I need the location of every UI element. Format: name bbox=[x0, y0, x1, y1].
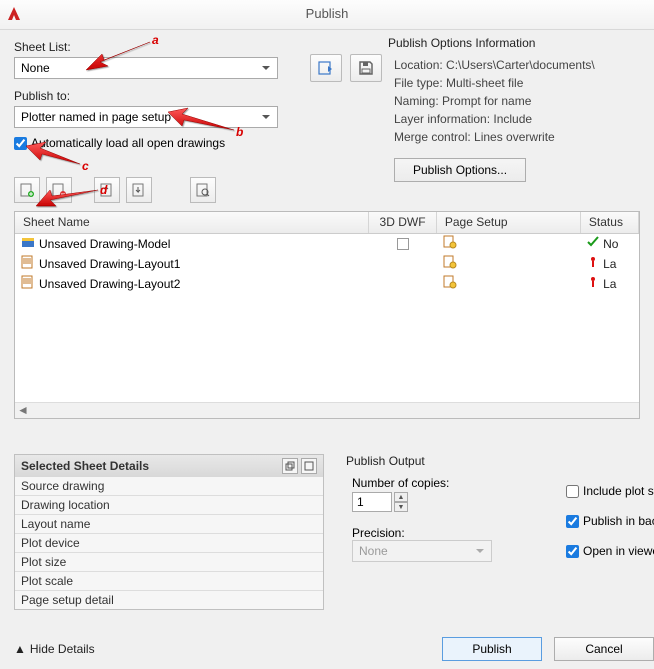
sheet-name: Unsaved Drawing-Layout2 bbox=[39, 277, 180, 291]
sheet-grid: Sheet Name 3D DWF Page Setup Status Unsa… bbox=[14, 211, 640, 419]
status-text: No bbox=[603, 237, 618, 251]
publish-options-button[interactable]: Publish Options... bbox=[394, 158, 526, 182]
selected-sheet-details: Selected Sheet Details Source drawingDra… bbox=[14, 454, 324, 610]
sheet-name: Unsaved Drawing-Model bbox=[39, 237, 170, 251]
details-max-icon[interactable] bbox=[301, 458, 317, 474]
publish-to-combo[interactable]: Plotter named in page setup bbox=[14, 106, 278, 128]
bottom-bar: ▲ Hide Details Publish Cancel bbox=[14, 637, 654, 661]
status-icon bbox=[587, 256, 599, 271]
table-row[interactable]: Unsaved Drawing-Model No bbox=[15, 234, 639, 254]
info-location: Location: C:\Users\Carter\documents\ bbox=[394, 58, 648, 72]
triangle-up-icon: ▲ bbox=[14, 642, 26, 656]
info-naming: Naming: Prompt for name bbox=[394, 94, 648, 108]
window-title: Publish bbox=[306, 6, 349, 21]
chevron-down-icon bbox=[259, 61, 273, 75]
include-plot-stamp-label: Include plot stamp bbox=[583, 484, 654, 498]
auto-load-label: Automatically load all open drawings bbox=[31, 136, 225, 150]
info-filetype: File type: Multi-sheet file bbox=[394, 76, 648, 90]
remove-sheets-button[interactable] bbox=[46, 177, 72, 203]
save-sheet-list-button[interactable] bbox=[350, 54, 382, 82]
sheet-list-combo[interactable]: None bbox=[14, 57, 278, 79]
page-setup-icon bbox=[443, 275, 457, 292]
add-sheets-button[interactable] bbox=[14, 177, 40, 203]
preview-button[interactable] bbox=[190, 177, 216, 203]
grid-scrollbar[interactable]: ◄ bbox=[15, 402, 639, 418]
auto-load-checkbox[interactable] bbox=[14, 137, 27, 150]
output-heading: Publish Output bbox=[346, 454, 654, 468]
detail-row: Plot scale bbox=[15, 572, 323, 591]
hide-details-label: Hide Details bbox=[30, 642, 95, 656]
publish-output-panel: Publish Output Number of copies: ▲ ▼ Pre… bbox=[346, 454, 654, 562]
chevron-down-icon bbox=[473, 544, 487, 561]
info-merge: Merge control: Lines overwrite bbox=[394, 130, 648, 144]
status-text: La bbox=[603, 277, 616, 291]
title-bar: Publish bbox=[0, 0, 654, 30]
include-plot-stamp-checkbox[interactable] bbox=[566, 485, 579, 498]
page-setup-icon bbox=[443, 235, 457, 252]
chevron-down-icon bbox=[259, 110, 273, 124]
col-status[interactable]: Status bbox=[581, 212, 639, 233]
copies-input[interactable] bbox=[352, 492, 392, 512]
col-page-setup[interactable]: Page Setup bbox=[437, 212, 581, 233]
copies-spin-down[interactable]: ▼ bbox=[394, 502, 408, 512]
app-icon bbox=[6, 6, 22, 22]
hide-details-toggle[interactable]: ▲ Hide Details bbox=[14, 642, 95, 656]
copies-spin-up[interactable]: ▲ bbox=[394, 492, 408, 502]
info-heading: Publish Options Information bbox=[388, 36, 648, 50]
import-sheet-list-button[interactable] bbox=[310, 54, 342, 82]
info-layer: Layer information: Include bbox=[394, 112, 648, 126]
publish-to-value: Plotter named in page setup bbox=[21, 110, 171, 124]
status-text: La bbox=[603, 257, 616, 271]
status-icon bbox=[587, 236, 599, 251]
cancel-button[interactable]: Cancel bbox=[554, 637, 654, 661]
status-icon bbox=[587, 276, 599, 291]
detail-row: Source drawing bbox=[15, 477, 323, 496]
detail-row: Plot device bbox=[15, 534, 323, 553]
open-viewer-checkbox[interactable] bbox=[566, 545, 579, 558]
table-row[interactable]: Unsaved Drawing-Layout1 La bbox=[15, 254, 639, 274]
precision-combo: None bbox=[352, 540, 492, 562]
sheet-icon bbox=[21, 235, 35, 252]
sheet-name: Unsaved Drawing-Layout1 bbox=[39, 257, 180, 271]
col-sheet-name[interactable]: Sheet Name bbox=[15, 212, 369, 233]
publish-background-checkbox[interactable] bbox=[566, 515, 579, 528]
open-viewer-label: Open in viewer when bbox=[583, 544, 654, 558]
sheet-icon bbox=[21, 255, 35, 272]
detail-row: Plot size bbox=[15, 553, 323, 572]
detail-row: Drawing location bbox=[15, 496, 323, 515]
publish-background-label: Publish in background bbox=[583, 514, 654, 528]
detail-row: Layout name bbox=[15, 515, 323, 534]
client-area: Sheet List: None Publish to: Plotter nam… bbox=[0, 30, 654, 419]
table-row[interactable]: Unsaved Drawing-Layout2 La bbox=[15, 274, 639, 294]
details-heading: Selected Sheet Details bbox=[21, 459, 149, 473]
publish-button[interactable]: Publish bbox=[442, 637, 542, 661]
scroll-left-icon[interactable]: ◄ bbox=[15, 403, 31, 418]
col-3d-dwf[interactable]: 3D DWF bbox=[369, 212, 437, 233]
move-up-button[interactable] bbox=[94, 177, 120, 203]
sheet-list-value: None bbox=[21, 61, 50, 75]
page-setup-icon bbox=[443, 255, 457, 272]
details-restore-icon[interactable] bbox=[282, 458, 298, 474]
publish-options-info: Publish Options Information Location: C:… bbox=[388, 36, 648, 182]
dwf-checkbox[interactable] bbox=[397, 238, 409, 250]
sheet-icon bbox=[21, 275, 35, 292]
grid-header: Sheet Name 3D DWF Page Setup Status bbox=[15, 212, 639, 234]
move-down-button[interactable] bbox=[126, 177, 152, 203]
detail-row: Page setup detail bbox=[15, 591, 323, 609]
precision-value: None bbox=[359, 544, 388, 558]
